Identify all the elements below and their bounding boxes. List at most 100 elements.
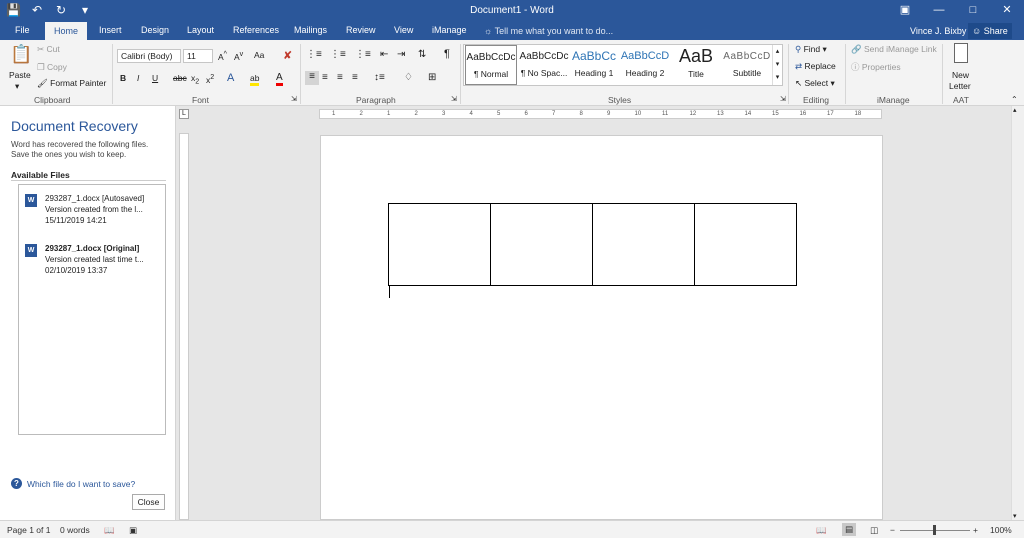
tab-imanage[interactable]: iManage bbox=[432, 25, 467, 35]
tab-file[interactable]: File bbox=[15, 25, 30, 35]
tab-review[interactable]: Review bbox=[346, 25, 376, 35]
find-button[interactable]: ⚲ Find ▾ bbox=[795, 44, 827, 55]
font-name-combo[interactable]: Calibri (Body) bbox=[117, 49, 181, 63]
tell-me-box[interactable]: ☼ Tell me what you want to do... bbox=[484, 26, 613, 36]
tab-view[interactable]: View bbox=[394, 25, 413, 35]
word-count[interactable]: 0 words bbox=[60, 525, 90, 535]
subscript-icon[interactable]: x2 bbox=[191, 73, 199, 86]
multilevel-list-icon[interactable]: ⋮≡ bbox=[355, 49, 371, 60]
style-normal[interactable]: AaBbCcDc ¶ Normal bbox=[465, 45, 517, 85]
close-window-icon[interactable]: ✕ bbox=[990, 0, 1024, 20]
close-button[interactable]: Close bbox=[132, 494, 165, 510]
align-left-icon[interactable]: ≡ bbox=[305, 71, 319, 85]
align-right-icon[interactable]: ≡ bbox=[337, 72, 343, 83]
zoom-slider-thumb[interactable] bbox=[933, 525, 936, 535]
line-spacing-icon[interactable]: ↕≡ bbox=[374, 72, 385, 83]
tab-design[interactable]: Design bbox=[141, 25, 169, 35]
font-group-label: Font bbox=[192, 95, 210, 105]
new-letter-line1[interactable]: New bbox=[952, 70, 969, 80]
page-count[interactable]: Page 1 of 1 bbox=[7, 525, 50, 535]
ribbon-display-options-icon[interactable]: ▣ bbox=[888, 0, 922, 20]
new-letter-line2[interactable]: Letter bbox=[949, 81, 971, 91]
table-cell[interactable] bbox=[388, 203, 491, 286]
user-name[interactable]: Vince J. Bixby bbox=[910, 26, 966, 36]
read-mode-icon[interactable]: 📖 bbox=[816, 525, 827, 536]
styles-dialog-launcher-icon[interactable]: ⇲ bbox=[780, 95, 786, 103]
justify-icon[interactable]: ≡ bbox=[352, 72, 358, 83]
increase-indent-icon[interactable]: ⇥ bbox=[397, 49, 405, 60]
paste-button[interactable]: Paste bbox=[9, 70, 31, 80]
which-file-help-link[interactable]: ? Which file do I want to save? bbox=[11, 478, 135, 489]
zoom-out-icon[interactable]: − bbox=[890, 525, 895, 535]
properties-button[interactable]: ⓘ Properties bbox=[851, 61, 901, 73]
sort-icon[interactable]: ⇅ bbox=[418, 49, 426, 60]
font-dialog-launcher-icon[interactable]: ⇲ bbox=[291, 95, 297, 103]
table-cell[interactable] bbox=[694, 203, 797, 286]
style-heading-1[interactable]: AaBbCc Heading 1 bbox=[568, 45, 620, 85]
strikethrough-icon[interactable]: abc bbox=[173, 73, 187, 83]
format-painter-button[interactable]: 🖌 Format Painter bbox=[37, 78, 106, 89]
tab-home[interactable]: Home bbox=[45, 22, 88, 40]
numbering-icon[interactable]: ⋮≡ bbox=[330, 49, 346, 60]
document-table[interactable] bbox=[388, 203, 797, 286]
bold-icon[interactable]: B bbox=[120, 73, 126, 83]
paste-icon[interactable]: 📋 bbox=[10, 44, 32, 65]
decrease-indent-icon[interactable]: ⇤ bbox=[380, 49, 388, 60]
tab-references[interactable]: References bbox=[233, 25, 279, 35]
zoom-level[interactable]: 100% bbox=[990, 525, 1012, 535]
tab-mailings[interactable]: Mailings bbox=[294, 25, 327, 35]
macro-record-icon[interactable]: ▣ bbox=[129, 525, 137, 536]
scroll-up-icon[interactable]: ▴ bbox=[1013, 106, 1017, 114]
ruler-number: 11 bbox=[662, 111, 669, 117]
font-size-combo[interactable]: 11 bbox=[183, 49, 213, 63]
table-cell[interactable] bbox=[490, 203, 593, 286]
document-page[interactable] bbox=[320, 135, 883, 520]
ruler-number: 17 bbox=[827, 111, 834, 117]
share-button[interactable]: ☺ Share bbox=[968, 23, 1012, 39]
underline-icon[interactable]: U bbox=[152, 73, 158, 83]
style-subtitle[interactable]: AaBbCcD Subtitle bbox=[721, 45, 773, 85]
style-no-spacing[interactable]: AaBbCcDc ¶ No Spac... bbox=[518, 45, 570, 85]
scroll-down-icon[interactable]: ▾ bbox=[1013, 512, 1017, 520]
horizontal-ruler[interactable]: 1 2 1 2 3 4 5 6 7 8 9 10 11 12 13 14 15 16 17 18 bbox=[319, 109, 882, 119]
minimize-icon[interactable]: — bbox=[922, 0, 956, 20]
change-case-button[interactable]: Aa bbox=[254, 50, 264, 60]
maximize-icon[interactable]: □ bbox=[956, 0, 990, 20]
align-center-icon[interactable]: ≡ bbox=[322, 72, 328, 83]
proofing-icon[interactable]: 📖 bbox=[104, 525, 115, 536]
italic-icon[interactable]: I bbox=[137, 73, 139, 83]
vertical-ruler[interactable] bbox=[179, 133, 189, 520]
copy-button[interactable]: ❐ Copy bbox=[37, 62, 67, 73]
clear-formatting-icon[interactable]: ✘ bbox=[283, 49, 292, 62]
font-color-icon[interactable]: A bbox=[276, 72, 283, 86]
new-letter-icon[interactable] bbox=[954, 43, 968, 63]
send-imanage-link-button[interactable]: 🔗 Send iManage Link bbox=[851, 44, 937, 55]
highlight-icon[interactable]: ab bbox=[250, 73, 260, 86]
zoom-in-icon[interactable]: + bbox=[973, 525, 978, 535]
paste-dropdown-icon[interactable]: ▾ bbox=[15, 81, 19, 92]
superscript-icon[interactable]: x2 bbox=[206, 73, 214, 85]
table-cell[interactable] bbox=[592, 203, 695, 286]
vertical-scrollbar[interactable]: ▴ ▾ bbox=[1011, 106, 1024, 520]
tab-insert[interactable]: Insert bbox=[99, 25, 122, 35]
style-heading-2[interactable]: AaBbCcD Heading 2 bbox=[619, 45, 671, 85]
shrink-font-icon[interactable]: Av bbox=[234, 50, 243, 62]
styles-scroll[interactable]: ▴ ▾ ▾ bbox=[772, 45, 782, 85]
style-title[interactable]: AaB Title bbox=[670, 45, 722, 85]
paragraph-dialog-launcher-icon[interactable]: ⇲ bbox=[451, 95, 457, 103]
text-effects-icon[interactable]: A bbox=[227, 72, 234, 84]
shading-icon[interactable]: ♢ bbox=[404, 72, 413, 83]
group-divider bbox=[788, 44, 789, 104]
cut-button[interactable]: ✂ Cut bbox=[37, 44, 60, 55]
web-layout-icon[interactable]: ◫ bbox=[870, 525, 878, 536]
print-layout-icon[interactable]: ▤ bbox=[842, 523, 856, 536]
tab-selector-icon[interactable]: L bbox=[179, 109, 189, 119]
borders-icon[interactable]: ⊞ bbox=[428, 72, 436, 83]
replace-button[interactable]: ⇄ Replace bbox=[795, 61, 836, 72]
tab-layout[interactable]: Layout bbox=[187, 25, 214, 35]
select-button[interactable]: ↖ Select ▾ bbox=[795, 78, 835, 89]
collapse-ribbon-icon[interactable]: ⌃ bbox=[1011, 95, 1018, 104]
bullets-icon[interactable]: ⋮≡ bbox=[306, 49, 322, 60]
grow-font-icon[interactable]: A^ bbox=[218, 50, 227, 62]
show-formatting-marks-icon[interactable]: ¶ bbox=[444, 48, 450, 60]
